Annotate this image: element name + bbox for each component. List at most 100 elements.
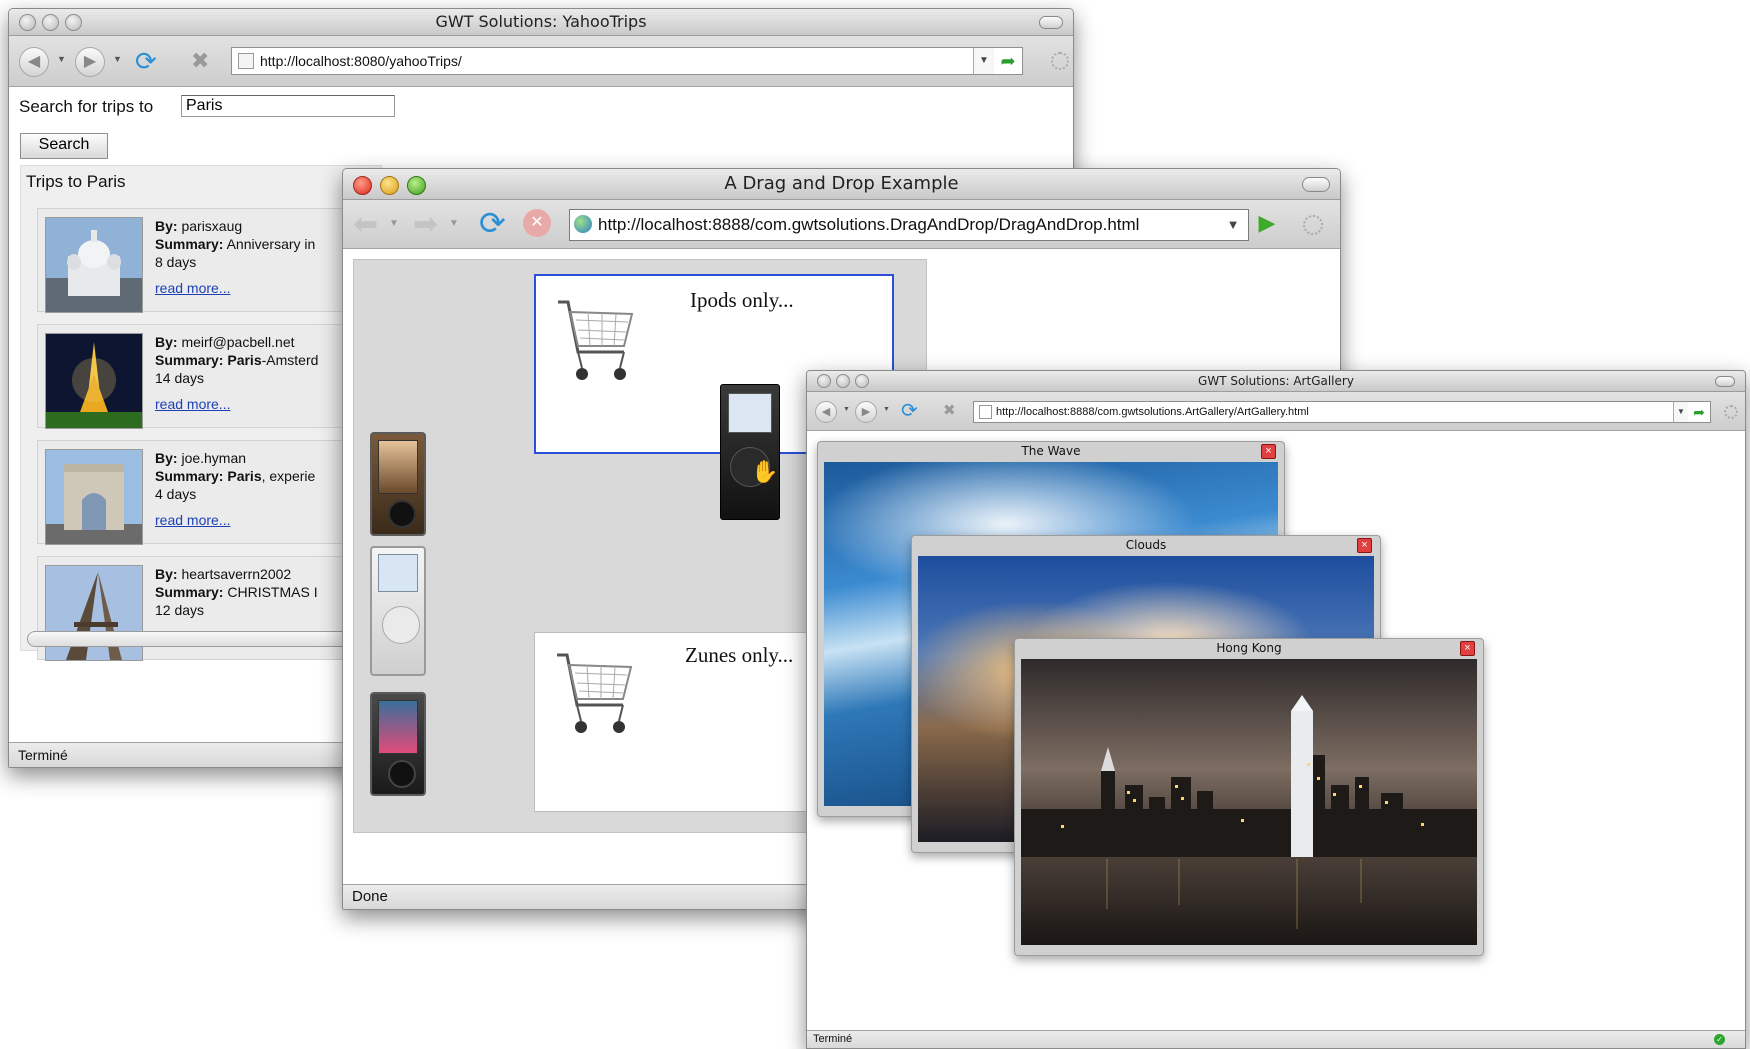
forward-history-icon[interactable]: ▼ bbox=[113, 54, 122, 64]
gallery-toolbar: ◀ ▼ ▶ ▼ ⟳ ✖ http://localhost:8888/com.gw… bbox=[807, 392, 1745, 431]
hong-kong-skyline-image bbox=[1021, 659, 1477, 945]
forward-button[interactable]: ▶ bbox=[855, 401, 877, 423]
by-label: By: bbox=[155, 334, 178, 350]
zoom-window-icon[interactable] bbox=[855, 374, 869, 388]
zoom-window-icon[interactable] bbox=[65, 14, 82, 31]
gallery-titlebar[interactable]: GWT Solutions: ArtGallery bbox=[807, 371, 1745, 392]
arc-de-triomphe-photo bbox=[45, 449, 143, 545]
forward-history-icon[interactable]: ▼ bbox=[449, 218, 459, 229]
trip-author: joe.hyman bbox=[181, 450, 247, 466]
forward-history-icon[interactable]: ▼ bbox=[883, 406, 890, 413]
grab-hand-cursor-icon: ✋ bbox=[751, 459, 779, 484]
dragged-ipod-nano[interactable]: ✋ bbox=[720, 384, 780, 520]
back-button[interactable]: ◀ bbox=[19, 47, 49, 77]
trip-summary: -Amsterd bbox=[261, 352, 319, 368]
forward-button[interactable]: ▶ bbox=[75, 47, 105, 77]
trip-summary: Anniversary in bbox=[226, 236, 316, 252]
window-title: GWT Solutions: YahooTrips bbox=[435, 12, 647, 31]
stop-icon[interactable]: ✖ bbox=[943, 401, 956, 419]
close-window-icon[interactable] bbox=[353, 176, 372, 195]
back-button[interactable]: ◀ bbox=[815, 401, 837, 423]
search-button[interactable]: Search bbox=[20, 133, 108, 159]
by-label: By: bbox=[155, 450, 178, 466]
read-more-link[interactable]: read more... bbox=[155, 395, 230, 413]
dnd-titlebar[interactable]: A Drag and Drop Example bbox=[343, 169, 1340, 200]
url-text[interactable]: http://localhost:8888/com.gwtsolutions.A… bbox=[996, 402, 1309, 422]
secure-check-icon: ✓ bbox=[1714, 1034, 1725, 1045]
minimize-window-icon[interactable] bbox=[380, 176, 399, 195]
url-history-dropdown-icon[interactable]: ▼ bbox=[1218, 210, 1248, 240]
go-arrow-icon[interactable]: ▶ bbox=[1255, 210, 1279, 236]
art-panel-hong-kong[interactable]: Hong Kong × bbox=[1014, 638, 1484, 956]
reload-icon[interactable]: ⟳ bbox=[479, 204, 506, 242]
yahoo-titlebar[interactable]: GWT Solutions: YahooTrips bbox=[9, 9, 1073, 36]
address-bar[interactable]: http://localhost:8888/com.gwtsolutions.A… bbox=[973, 401, 1711, 423]
sacre-coeur-photo bbox=[45, 217, 143, 313]
minimize-window-icon[interactable] bbox=[836, 374, 850, 388]
status-text: Terminé bbox=[813, 1033, 853, 1045]
art-panel-title[interactable]: The Wave bbox=[818, 442, 1284, 460]
summary-label: Summary: bbox=[155, 352, 224, 368]
yahoo-toolbar: ◀ ▼ ▶ ▼ ⟳ ✖ http://localhost:8080/yahooT… bbox=[9, 36, 1073, 87]
close-panel-icon[interactable]: × bbox=[1261, 444, 1276, 459]
url-text[interactable]: http://localhost:8888/com.gwtsolutions.D… bbox=[598, 210, 1139, 240]
reload-icon[interactable]: ⟳ bbox=[901, 398, 918, 423]
url-text[interactable]: http://localhost:8080/yahooTrips/ bbox=[260, 48, 462, 74]
results-panel: Trips to Paris By: parisxaug Summary: An… bbox=[20, 165, 382, 661]
art-panel-title[interactable]: Hong Kong bbox=[1015, 639, 1483, 657]
search-input[interactable] bbox=[181, 95, 395, 117]
draggable-ipod-silver[interactable] bbox=[370, 546, 426, 676]
art-gallery-window: GWT Solutions: ArtGallery ◀ ▼ ▶ ▼ ⟳ ✖ ht… bbox=[806, 370, 1746, 1049]
trip-duration: 14 days bbox=[155, 370, 205, 386]
gallery-page-content: The Wave × Clouds × Hong Kong × bbox=[807, 431, 1745, 1030]
trip-item: By: joe.hyman Summary: Paris, experie 4 … bbox=[37, 440, 367, 545]
address-bar[interactable]: http://localhost:8888/com.gwtsolutions.D… bbox=[569, 209, 1249, 241]
forward-button[interactable]: ➡ bbox=[413, 207, 438, 242]
address-bar[interactable]: http://localhost:8080/yahooTrips/ ▼ ➦ bbox=[231, 47, 1023, 75]
toolbar-toggle-icon[interactable] bbox=[1039, 16, 1063, 29]
url-history-dropdown-icon[interactable]: ▼ bbox=[1673, 402, 1688, 422]
trip-duration: 12 days bbox=[155, 602, 205, 618]
zoom-window-icon[interactable] bbox=[407, 176, 426, 195]
back-history-icon[interactable]: ▼ bbox=[843, 406, 850, 413]
trip-duration: 4 days bbox=[155, 486, 197, 502]
summary-label: Summary: bbox=[155, 584, 224, 600]
by-label: By: bbox=[155, 218, 178, 234]
shopping-cart-icon bbox=[557, 653, 633, 733]
trip-item: By: parisxaug Summary: Anniversary in 8 … bbox=[37, 208, 367, 313]
close-window-icon[interactable] bbox=[817, 374, 831, 388]
draggable-zune-brown[interactable] bbox=[370, 432, 426, 536]
stop-icon[interactable]: ✕ bbox=[523, 209, 551, 237]
read-more-link[interactable]: read more... bbox=[155, 279, 230, 297]
toolbar-toggle-icon[interactable] bbox=[1715, 376, 1735, 387]
minimize-window-icon[interactable] bbox=[42, 14, 59, 31]
reload-icon[interactable]: ⟳ bbox=[135, 46, 157, 77]
trip-author: parisxaug bbox=[181, 218, 243, 234]
back-history-icon[interactable]: ▼ bbox=[57, 54, 66, 64]
stop-icon[interactable]: ✖ bbox=[191, 48, 209, 74]
draggable-zune-black[interactable] bbox=[370, 692, 426, 796]
trip-details: By: parisxaug Summary: Anniversary in 8 … bbox=[155, 217, 315, 297]
close-panel-icon[interactable]: × bbox=[1460, 641, 1475, 656]
go-arrow-icon[interactable]: ➦ bbox=[996, 48, 1020, 74]
page-favicon-icon bbox=[238, 53, 254, 69]
loading-spinner-icon bbox=[1303, 215, 1323, 235]
close-window-icon[interactable] bbox=[19, 14, 36, 31]
close-panel-icon[interactable]: × bbox=[1357, 538, 1372, 553]
loading-spinner-icon bbox=[1051, 52, 1069, 70]
art-panel-title[interactable]: Clouds bbox=[912, 536, 1380, 554]
url-history-dropdown-icon[interactable]: ▼ bbox=[973, 48, 994, 74]
trip-details: By: joe.hyman Summary: Paris, experie 4 … bbox=[155, 449, 315, 529]
shopping-cart-icon bbox=[558, 300, 634, 380]
read-more-link[interactable]: read more... bbox=[155, 511, 230, 529]
page-favicon-icon bbox=[979, 405, 992, 419]
globe-favicon-icon bbox=[574, 215, 592, 233]
trip-details: By: meirf@pacbell.net Summary: Paris-Ams… bbox=[155, 333, 318, 413]
toolbar-toggle-icon[interactable] bbox=[1302, 177, 1330, 192]
results-title: Trips to Paris bbox=[26, 172, 126, 191]
horizontal-scrollbar[interactable] bbox=[27, 631, 369, 647]
back-button[interactable]: ⬅ bbox=[353, 207, 378, 242]
status-text: Terminé bbox=[18, 747, 68, 763]
back-history-icon[interactable]: ▼ bbox=[389, 218, 399, 229]
go-arrow-icon[interactable]: ➦ bbox=[1690, 402, 1708, 422]
